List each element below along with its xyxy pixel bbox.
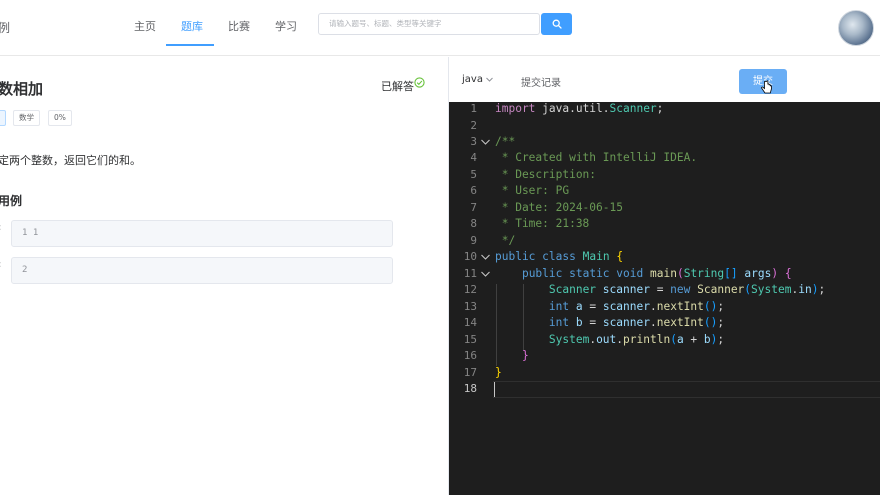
fold-chevron-icon[interactable] — [480, 266, 491, 282]
question-description: 定两个整数，返回它们的和。 — [0, 154, 141, 167]
code-line[interactable]: 6 * User: PG — [449, 183, 880, 200]
code-line[interactable]: 10 public class Main { — [449, 249, 880, 266]
nav-problems[interactable]: 题库 — [181, 18, 203, 34]
code-line[interactable]: 15 System.out.println(a + b); — [449, 332, 880, 349]
tag-category: 数学 — [13, 110, 40, 126]
submit-record-tab[interactable]: 提交记录 — [521, 74, 561, 89]
code-line[interactable]: 2 — [449, 118, 880, 135]
code-line[interactable]: 4 * Created with IntelliJ IDEA. — [449, 150, 880, 167]
code-line[interactable]: 8 * Time: 21:38 — [449, 216, 880, 233]
code-line[interactable]: 16 } — [449, 348, 880, 365]
language-select[interactable]: java — [462, 74, 483, 85]
code-line[interactable]: 11 public static void main(String[] args… — [449, 266, 880, 283]
case-input-label: : — [0, 222, 1, 233]
pointer-cursor-icon — [761, 80, 772, 94]
search-button[interactable] — [541, 13, 572, 35]
code-line[interactable]: 9 */ — [449, 233, 880, 250]
difficulty-tag — [0, 110, 6, 126]
editor-toolbar — [449, 57, 880, 102]
chevron-down-icon[interactable] — [485, 76, 494, 83]
code-line[interactable]: 1 import java.util.Scanner; — [449, 101, 880, 118]
case-output-label: : — [0, 259, 1, 270]
tag-pass-rate: 0% — [48, 110, 72, 126]
nav-contests[interactable]: 比赛 — [228, 18, 250, 34]
code-line[interactable]: 14 int b = scanner.nextInt(); — [449, 315, 880, 332]
case-output-box[interactable]: 2 — [11, 257, 393, 284]
search-input[interactable]: 请输入题号、标题、类型等关键字 — [318, 13, 540, 35]
fold-chevron-icon[interactable] — [480, 249, 491, 265]
code-line[interactable]: 3/** — [449, 134, 880, 151]
code-line[interactable]: 17} — [449, 365, 880, 382]
code-line[interactable]: 18 — [449, 381, 880, 398]
nav-active-underline — [166, 44, 214, 46]
solved-status: 已解答 — [381, 80, 414, 93]
fold-chevron-icon[interactable] — [480, 134, 491, 150]
code-line[interactable]: 5 * Description: — [449, 167, 880, 184]
nav-home[interactable]: 主页 — [134, 18, 156, 34]
code-line[interactable]: 7 * Date: 2024-06-15 — [449, 200, 880, 217]
code-line[interactable]: 13 int a = scanner.nextInt(); — [449, 299, 880, 316]
search-icon — [552, 19, 562, 29]
check-circle-icon — [414, 77, 425, 88]
nav-learn[interactable]: 学习 — [275, 18, 297, 34]
avatar[interactable] — [838, 10, 874, 46]
code-line[interactable]: 12 Scanner scanner = new Scanner(System.… — [449, 282, 880, 299]
sample-case-heading: 用例 — [0, 194, 23, 208]
brand-text[interactable]: 例 — [0, 19, 10, 36]
text-caret — [494, 382, 495, 397]
case-input-box[interactable]: 1 1 — [11, 220, 393, 247]
question-title: 数相加 — [0, 80, 44, 98]
